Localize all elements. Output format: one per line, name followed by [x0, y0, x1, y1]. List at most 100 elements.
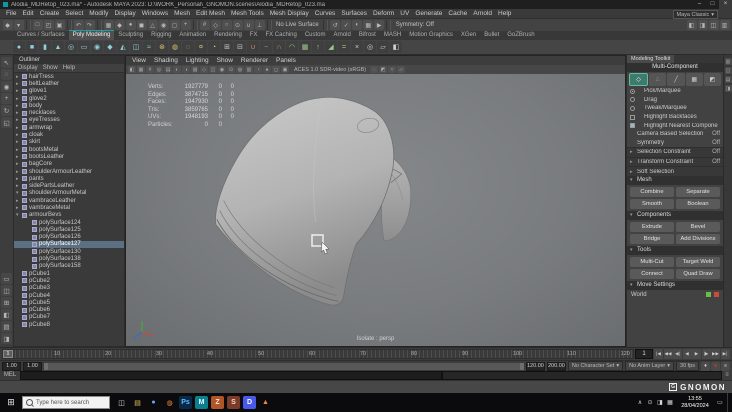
outliner-item[interactable]: pCube1: [14, 270, 124, 277]
notification-center-icon[interactable]: ▭: [716, 399, 724, 406]
playback-button[interactable]: ▶▶: [711, 349, 720, 359]
toolkit-option-row[interactable]: Tweak/Marquee: [627, 104, 723, 113]
playback-button[interactable]: ◀◀: [663, 349, 673, 359]
menu-item[interactable]: Select: [62, 9, 86, 18]
toolkit-button[interactable]: Bridge: [630, 233, 674, 244]
animation-start-field[interactable]: 1.00: [2, 361, 21, 371]
status-line-icon[interactable]: ◼: [136, 20, 147, 30]
menu-item[interactable]: Display: [111, 9, 138, 18]
tool-button[interactable]: +: [1, 93, 12, 104]
outliner-item[interactable]: polySurface124: [14, 219, 124, 226]
outliner-item[interactable]: pCube7: [14, 314, 124, 321]
toolkit-button[interactable]: Combine: [630, 186, 674, 197]
taskbar-app-icon[interactable]: Ps: [179, 396, 192, 409]
layout-button[interactable]: ⊞: [1, 297, 12, 308]
playback-start-field[interactable]: 1.00: [23, 361, 42, 371]
viewport-toolbar-icon[interactable]: ◍: [236, 66, 244, 73]
status-line-icon[interactable]: [266, 20, 272, 30]
shelf-tool-icon[interactable]: ◉: [91, 41, 103, 53]
start-button[interactable]: ⊞: [0, 397, 22, 408]
toolkit-option-row[interactable]: Highlight Nearest Component: [627, 121, 723, 130]
layout-button[interactable]: ▭: [1, 273, 12, 284]
playback-button[interactable]: ▶: [692, 349, 701, 359]
menu-item[interactable]: Cache: [445, 9, 470, 18]
status-line-icon[interactable]: ◐: [352, 20, 363, 30]
character-set-dropdown[interactable]: No Character Set ▾: [567, 361, 624, 371]
dock-tab-icon[interactable]: ◨: [724, 85, 732, 92]
outliner-item[interactable]: ▸ sidePartsLeather: [14, 182, 124, 189]
layout-button[interactable]: ◫: [1, 285, 12, 296]
shelf-tab[interactable]: XGen: [457, 31, 480, 40]
expand-arrow-icon[interactable]: ▸: [630, 169, 635, 175]
anim-button[interactable]: ●: [711, 361, 720, 371]
viewport-menu-item[interactable]: Panels: [272, 57, 300, 64]
outliner-item[interactable]: ▸ pants: [14, 175, 124, 182]
status-line-icon[interactable]: ▣: [54, 20, 65, 30]
status-line-icon[interactable]: ✓: [341, 20, 352, 30]
status-line-icon[interactable]: [25, 20, 31, 30]
taskbar-app-icon[interactable]: M: [195, 396, 208, 409]
shelf-tab[interactable]: Sculpting: [114, 31, 147, 40]
shelf-tool-icon[interactable]: ▲: [52, 41, 64, 53]
viewport-toolbar-icon[interactable]: ◎: [155, 66, 163, 73]
outliner-item[interactable]: pCube4: [14, 292, 124, 299]
shelf-tool-icon[interactable]: ◍: [169, 41, 181, 53]
status-line-icon[interactable]: □: [32, 20, 43, 30]
outliner-item[interactable]: ▸ vambraceMetal: [14, 204, 124, 211]
viewport-menu-item[interactable]: Lighting: [182, 57, 213, 64]
viewport-toolbar-icon[interactable]: ◌: [370, 66, 379, 73]
component-mode-button[interactable]: ∴: [649, 73, 667, 86]
shelf-tab[interactable]: Curves / Surfaces: [13, 31, 69, 40]
status-line-icon[interactable]: ◆: [114, 20, 125, 30]
range-slider-handle[interactable]: [44, 362, 524, 370]
status-line-icon[interactable]: ∪: [243, 20, 254, 30]
anim-button[interactable]: ≡: [721, 361, 730, 371]
tools-section-header[interactable]: ▾ Tools: [627, 245, 723, 255]
shelf-tab[interactable]: MASH: [380, 31, 405, 40]
script-editor-icon[interactable]: ≡: [722, 371, 732, 380]
outliner-item[interactable]: ▸ hairTress: [14, 73, 124, 80]
shelf-tool-icon[interactable]: ◌: [182, 41, 194, 53]
outliner-item[interactable]: ▸ bootsMetal: [14, 146, 124, 153]
playback-button[interactable]: ◀|: [673, 349, 682, 359]
menu-item[interactable]: Surfaces: [338, 9, 370, 18]
tool-button[interactable]: ◌: [1, 69, 12, 80]
menu-item[interactable]: File: [3, 9, 19, 18]
dock-tab-icon[interactable]: ◫: [724, 67, 732, 74]
mel-toggle[interactable]: MEL: [0, 371, 20, 380]
shelf-tool-icon[interactable]: ▦: [299, 41, 311, 53]
shelf-tool-icon[interactable]: ◢: [325, 41, 337, 53]
taskbar-app-icon[interactable]: ▤: [131, 396, 144, 409]
outliner-item[interactable]: polySurface126: [14, 234, 124, 241]
outliner-item[interactable]: ▸ vambraceLeather: [14, 197, 124, 204]
menu-item[interactable]: Edit Mesh: [193, 9, 228, 18]
status-line-icon[interactable]: ◇: [210, 20, 221, 30]
outliner-item[interactable]: polySurface130: [14, 248, 124, 255]
outliner-item[interactable]: pCube5: [14, 299, 124, 306]
layout-button[interactable]: ▤: [1, 321, 12, 332]
shelf-tool-icon[interactable]: ⊞: [221, 41, 233, 53]
animation-end-field[interactable]: 200.00: [546, 361, 566, 371]
status-line-icon[interactable]: ◰: [43, 20, 54, 30]
viewport-toolbar-icon[interactable]: ▥: [245, 66, 253, 73]
status-line-icon[interactable]: [66, 20, 72, 30]
toolkit-option-row[interactable]: ▸ Soft Selection: [627, 166, 723, 176]
layout-button[interactable]: ◧: [1, 309, 12, 320]
toolkit-button[interactable]: Target Weld: [676, 256, 720, 267]
expand-arrow-icon[interactable]: ▸: [630, 149, 635, 155]
outliner-item[interactable]: ▸ bootsLeather: [14, 153, 124, 160]
shelf-tab[interactable]: Rigging: [147, 31, 175, 40]
toolkit-button[interactable]: Quad Draw: [676, 268, 720, 279]
toolkit-option-row[interactable]: Pick/Marquee: [627, 87, 723, 96]
viewport-toolbar-icon[interactable]: ▤: [164, 66, 172, 73]
anim-layer-dropdown[interactable]: No Anim Layer ▾: [625, 361, 675, 371]
shelf-tool-icon[interactable]: ∪: [247, 41, 259, 53]
expand-arrow-icon[interactable]: ▸: [630, 159, 635, 165]
mesh-section-header[interactable]: ▾ Mesh: [627, 175, 723, 185]
menu-item[interactable]: Windows: [139, 9, 171, 18]
outliner-item[interactable]: ▸ armwrap: [14, 124, 124, 131]
shelf-tab[interactable]: GoZBrush: [503, 31, 538, 40]
show-desktop-button[interactable]: [727, 393, 731, 412]
outliner-item[interactable]: ▸ skirt: [14, 139, 124, 146]
tool-button[interactable]: ◉: [1, 81, 12, 92]
